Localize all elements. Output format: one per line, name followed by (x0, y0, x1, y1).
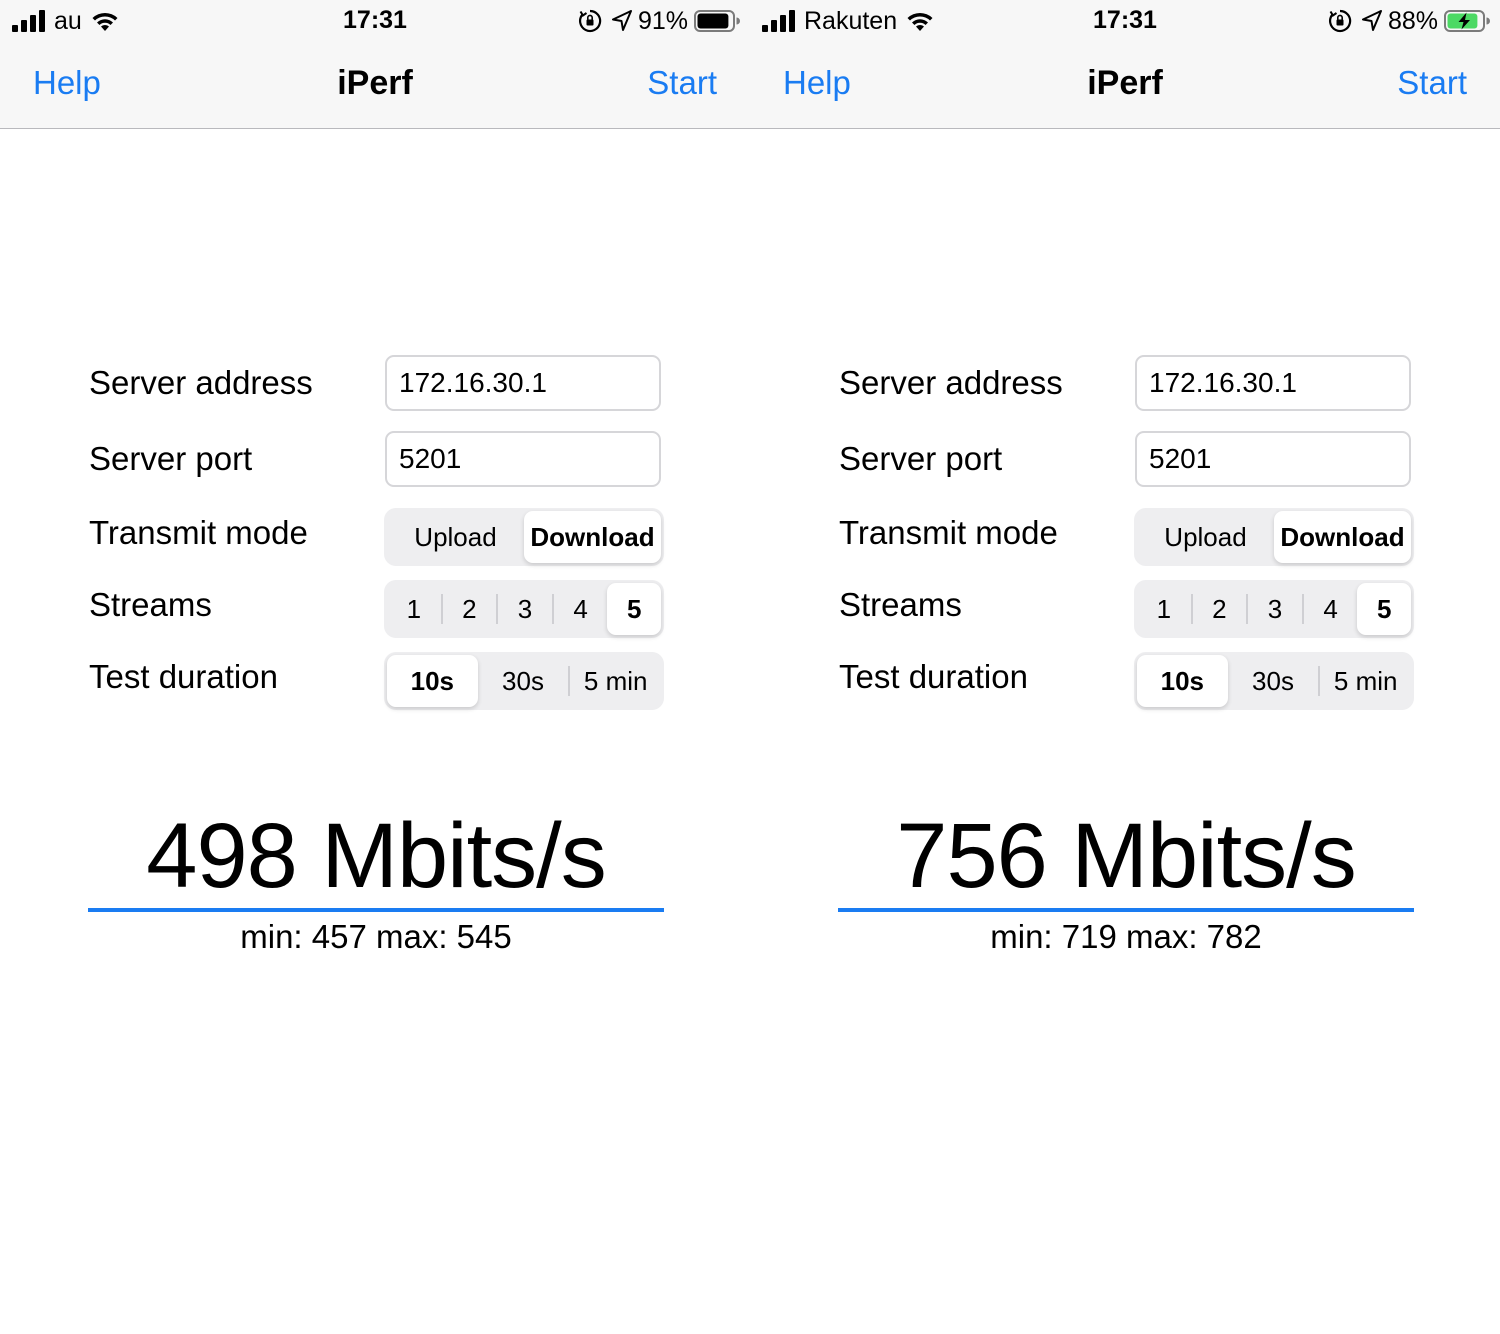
test-duration-control: 10s 30s 5 min (1134, 652, 1414, 710)
top-bar: au 17:31 91% Help iPerf Start (0, 0, 750, 129)
battery-charging-icon (1444, 10, 1490, 32)
transmit-mode-label: Transmit mode (89, 514, 308, 551)
streams-option-5[interactable]: 5 (607, 583, 661, 635)
phone-screen-right: Rakuten 17:31 88% Help iPerf Start Serve… (750, 0, 1500, 1334)
top-bar: Rakuten 17:31 88% Help iPerf Start (750, 0, 1500, 129)
test-duration-label: Test duration (839, 658, 1028, 695)
result-underline (838, 908, 1414, 912)
start-button[interactable]: Start (647, 64, 717, 102)
transmit-mode-control: Upload Download (384, 508, 664, 566)
streams-option-4[interactable]: 4 (554, 583, 608, 635)
transmit-mode-upload[interactable]: Upload (1137, 511, 1274, 563)
streams-option-2[interactable]: 2 (443, 583, 497, 635)
streams-label: Streams (89, 586, 212, 623)
location-arrow-icon (1361, 10, 1382, 32)
battery-percentage: 91% (637, 6, 688, 35)
phone-screen-left: au 17:31 91% Help iPerf Start Server add… (0, 0, 750, 1334)
transmit-mode-control: Upload Download (1134, 508, 1414, 566)
start-button[interactable]: Start (1397, 64, 1467, 102)
transmit-mode-upload[interactable]: Upload (387, 511, 524, 563)
battery-percentage: 88% (1387, 6, 1438, 35)
duration-option-10s[interactable]: 10s (1137, 655, 1228, 707)
duration-option-5min[interactable]: 5 min (570, 655, 661, 707)
duration-option-5min[interactable]: 5 min (1320, 655, 1411, 707)
throughput-result: 498 Mbits/s (146, 805, 606, 907)
throughput-min-max: min: 719 max: 782 (990, 918, 1262, 955)
test-duration-label: Test duration (89, 658, 278, 695)
transmit-mode-download[interactable]: Download (1274, 511, 1411, 563)
orientation-lock-icon (578, 9, 602, 33)
status-bar: Rakuten 17:31 88% (750, 0, 1500, 42)
status-bar: au 17:31 91% (0, 0, 750, 42)
streams-option-2[interactable]: 2 (1193, 583, 1247, 635)
orientation-lock-icon (1328, 9, 1352, 33)
duration-option-30s[interactable]: 30s (478, 655, 569, 707)
server-port-input[interactable]: 5201 (1135, 431, 1411, 487)
result-underline (88, 908, 664, 912)
transmit-mode-label: Transmit mode (839, 514, 1058, 551)
test-duration-control: 10s 30s 5 min (384, 652, 664, 710)
server-port-label: Server port (839, 440, 1003, 477)
throughput-result: 756 Mbits/s (896, 805, 1356, 907)
server-port-input[interactable]: 5201 (385, 431, 661, 487)
duration-option-30s[interactable]: 30s (1228, 655, 1319, 707)
streams-option-5[interactable]: 5 (1357, 583, 1411, 635)
transmit-mode-download[interactable]: Download (524, 511, 661, 563)
server-address-label: Server address (89, 364, 313, 401)
streams-option-3[interactable]: 3 (498, 583, 552, 635)
server-address-input[interactable]: 172.16.30.1 (1135, 355, 1411, 411)
server-port-label: Server port (89, 440, 253, 477)
streams-control: 1 2 3 4 5 (1134, 580, 1414, 638)
location-arrow-icon (611, 10, 632, 32)
streams-option-3[interactable]: 3 (1248, 583, 1302, 635)
streams-option-1[interactable]: 1 (387, 583, 441, 635)
nav-title: iPerf (337, 64, 413, 102)
streams-label: Streams (839, 586, 962, 623)
server-address-label: Server address (839, 364, 1063, 401)
throughput-min-max: min: 457 max: 545 (240, 918, 512, 955)
streams-option-4[interactable]: 4 (1304, 583, 1358, 635)
battery-icon (694, 10, 740, 32)
streams-control: 1 2 3 4 5 (384, 580, 664, 638)
server-address-input[interactable]: 172.16.30.1 (385, 355, 661, 411)
nav-title: iPerf (1087, 64, 1163, 102)
duration-option-10s[interactable]: 10s (387, 655, 478, 707)
streams-option-1[interactable]: 1 (1137, 583, 1191, 635)
